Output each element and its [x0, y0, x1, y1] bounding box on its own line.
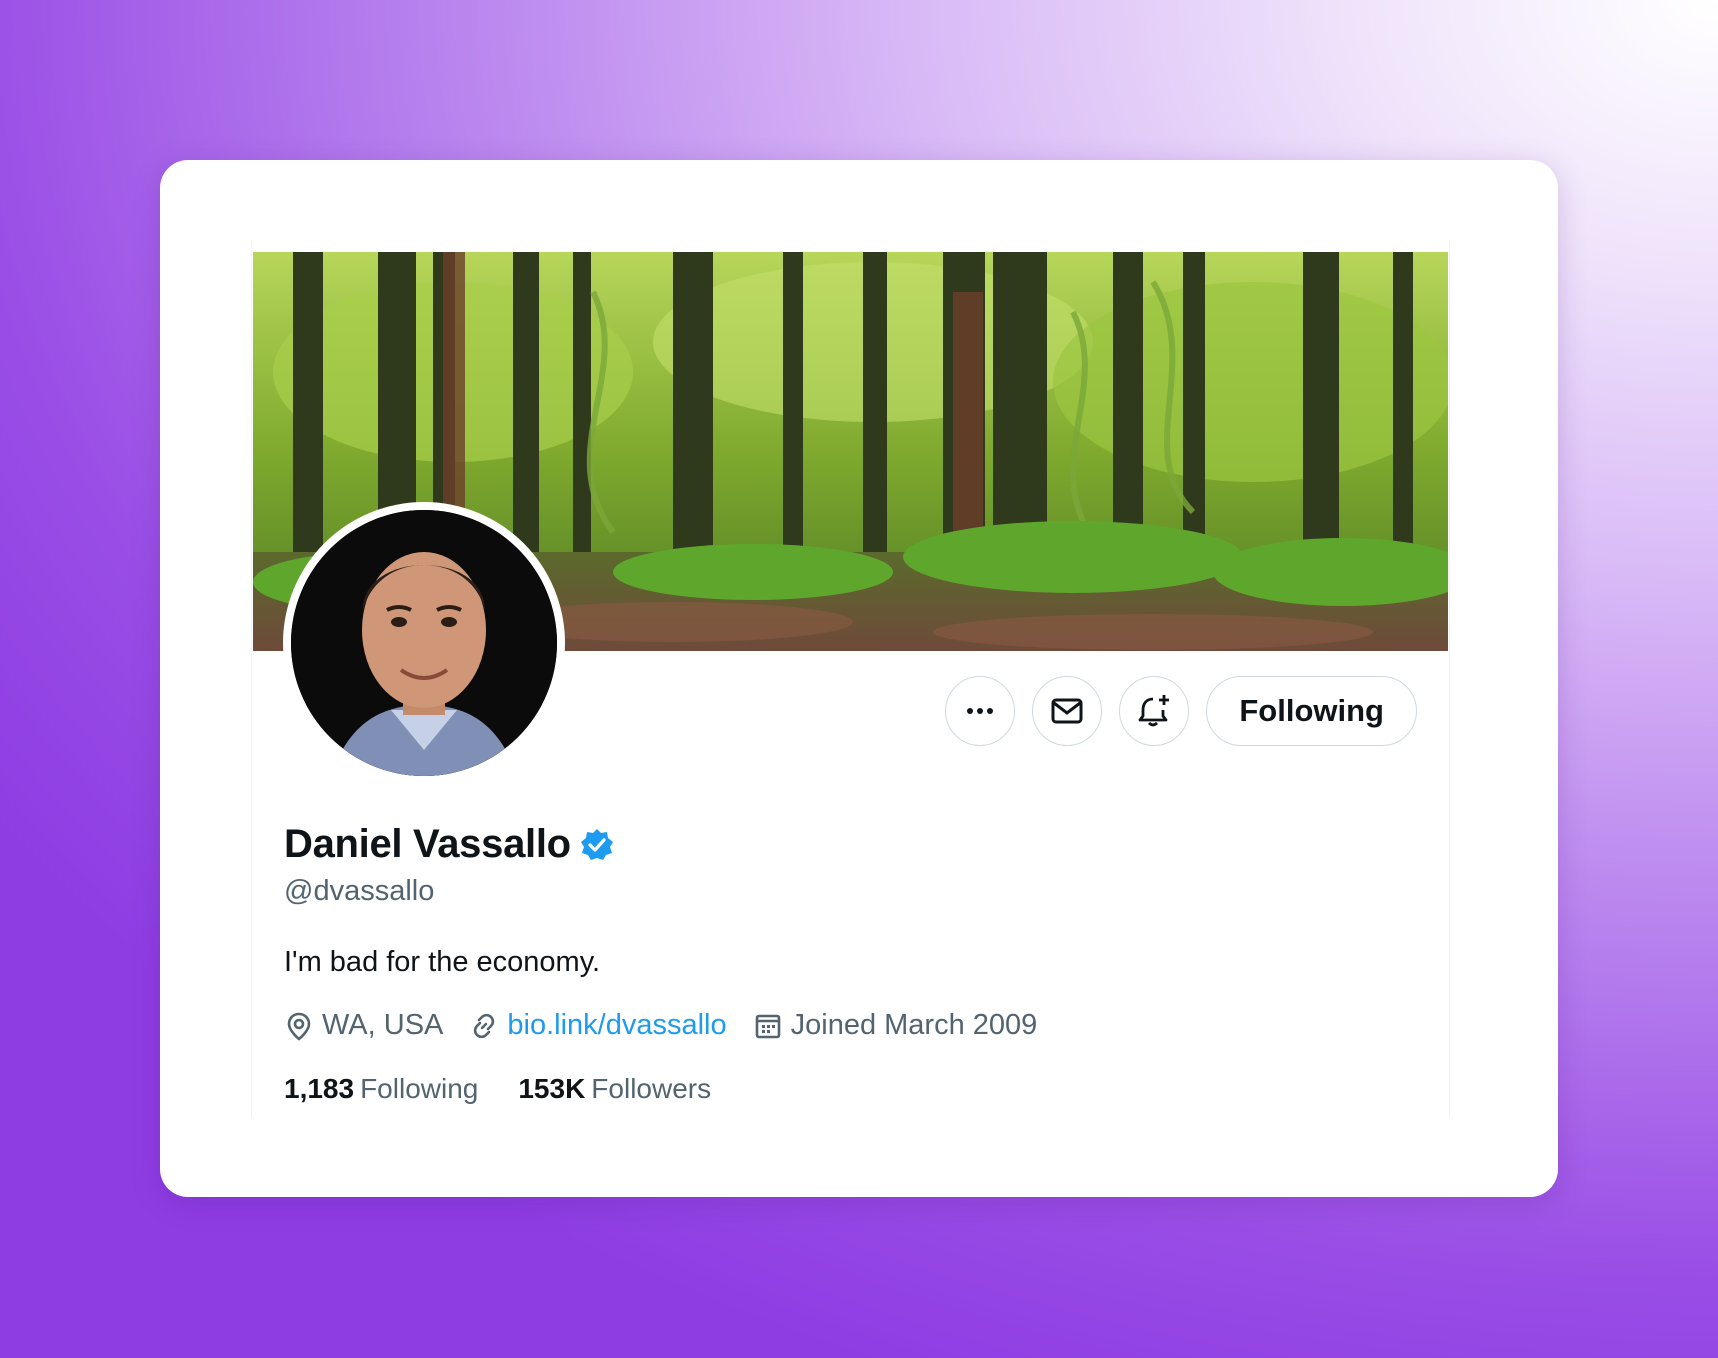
following-stat[interactable]: 1,183 Following	[284, 1073, 478, 1105]
more-options-button[interactable]	[945, 676, 1016, 746]
avatar-frame[interactable]	[283, 502, 565, 784]
link-icon	[474, 1013, 495, 1038]
avatar-portrait	[291, 510, 557, 776]
location-pin-icon	[287, 1012, 311, 1041]
joined-date: Joined March 2009	[790, 1009, 1038, 1041]
profile-card: Following Daniel Vassallo @dvassallo I'm…	[160, 160, 1558, 1197]
website-link[interactable]: bio.link/dvassallo	[507, 1009, 726, 1042]
message-button[interactable]	[1032, 676, 1103, 746]
followers-stat[interactable]: 153K Followers	[518, 1073, 711, 1105]
following-label: Following	[360, 1073, 479, 1104]
more-icon	[967, 708, 994, 714]
following-count: 1,183	[284, 1073, 355, 1104]
followers-count: 153K	[518, 1073, 586, 1104]
joined-item: Joined March 2009	[753, 1009, 1038, 1042]
follow-stats: 1,183 Following 153K Followers	[284, 1073, 751, 1105]
mail-icon	[1051, 698, 1083, 724]
notifications-button[interactable]	[1119, 676, 1190, 746]
calendar-icon	[755, 1014, 780, 1038]
profile-actions: Following	[945, 676, 1417, 746]
bell-plus-icon	[1138, 695, 1170, 727]
bio-text: I'm bad for the economy.	[284, 946, 601, 978]
verified-badge-icon[interactable]	[579, 827, 615, 863]
following-button[interactable]: Following	[1206, 676, 1417, 746]
location-text: WA, USA	[322, 1009, 444, 1041]
followers-label: Followers	[591, 1073, 712, 1104]
avatar[interactable]	[291, 510, 557, 776]
display-name: Daniel Vassallo	[284, 822, 571, 866]
location-item: WA, USA	[284, 1009, 443, 1042]
profile-container: Following Daniel Vassallo @dvassallo I'm…	[251, 240, 1450, 1118]
user-handle: @dvassallo	[284, 875, 435, 907]
name-row: Daniel Vassallo	[284, 822, 615, 867]
profile-meta: WA, USA bio.link/dvassallo Joined March …	[284, 1009, 1063, 1042]
website-item[interactable]: bio.link/dvassallo	[469, 1009, 727, 1042]
